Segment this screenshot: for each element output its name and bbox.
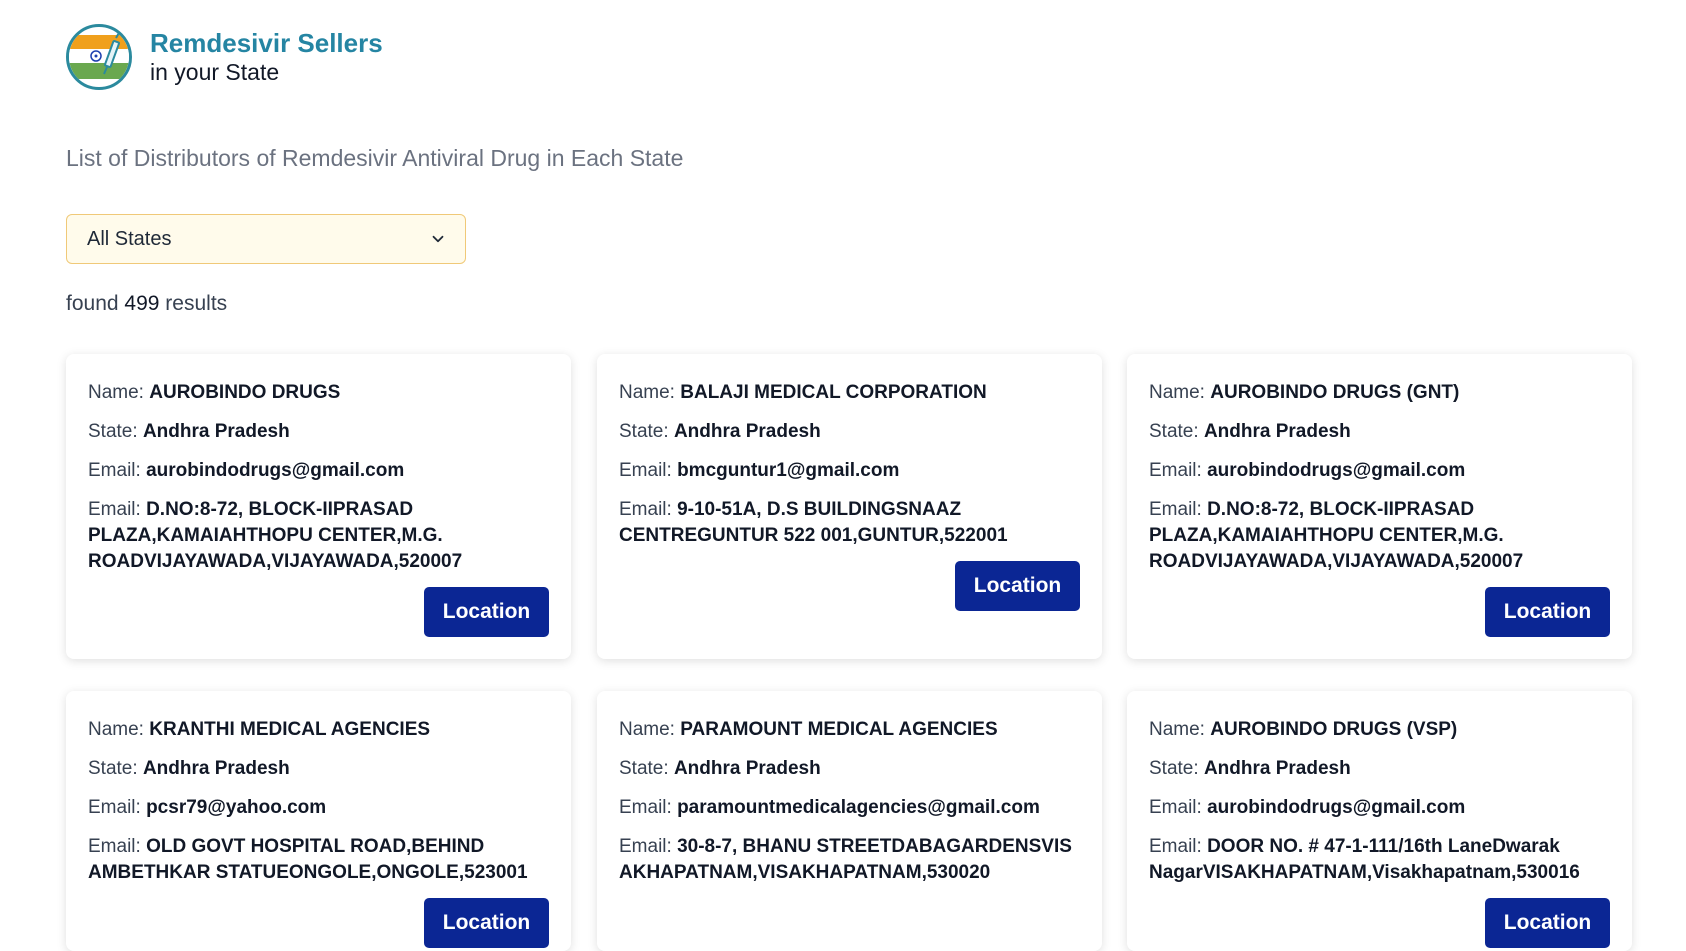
logo[interactable] — [66, 24, 132, 90]
email-field: Email: paramountmedicalagencies@gmail.co… — [619, 797, 1040, 818]
location-button[interactable]: Location — [955, 561, 1080, 611]
distributor-card: Name: AUROBINDO DRUGS State: Andhra Prad… — [66, 354, 571, 659]
email-field: Email: pcsr79@yahoo.com — [88, 797, 327, 818]
site-header: Remdesivir Sellers in your State — [66, 24, 383, 90]
address-field: Email: 30-8-7, BHANU STREETDABAGARDENSVI… — [619, 836, 1072, 883]
email-field: Email: aurobindodrugs@gmail.com — [88, 460, 405, 481]
address-field: Email: DOOR NO. # 47-1-111/16th LaneDwar… — [1149, 836, 1580, 883]
state-field: State: Andhra Pradesh — [1149, 421, 1351, 442]
address-field: Email: D.NO:8-72, BLOCK-IIPRASAD PLAZA,K… — [88, 499, 463, 572]
state-field: State: Andhra Pradesh — [88, 758, 290, 779]
address-field: Email: 9-10-51A, D.S BUILDINGSNAAZ CENTR… — [619, 499, 1008, 546]
address-field: Email: D.NO:8-72, BLOCK-IIPRASAD PLAZA,K… — [1149, 499, 1524, 572]
distributor-card: Name: BALAJI MEDICAL CORPORATION State: … — [597, 354, 1102, 659]
results-count: found 499 results — [66, 292, 228, 315]
chevron-down-icon — [432, 235, 444, 243]
page-subtitle: List of Distributors of Remdesivir Antiv… — [66, 145, 684, 171]
brand: Remdesivir Sellers in your State — [150, 28, 383, 87]
name-field: Name: BALAJI MEDICAL CORPORATION — [619, 382, 987, 403]
email-field: Email: aurobindodrugs@gmail.com — [1149, 460, 1466, 481]
india-flag-syringe-icon — [69, 30, 129, 79]
results-number: 499 — [124, 292, 160, 315]
location-button[interactable]: Location — [1485, 587, 1610, 637]
address-field: Email: OLD GOVT HOSPITAL ROAD,BEHIND AMB… — [88, 836, 528, 883]
brand-subtitle: in your State — [150, 58, 280, 85]
state-select[interactable]: All States — [66, 214, 466, 264]
state-field: State: Andhra Pradesh — [88, 421, 290, 442]
location-button[interactable]: Location — [424, 898, 549, 948]
brand-title[interactable]: Remdesivir Sellers — [150, 28, 383, 59]
state-field: State: Andhra Pradesh — [619, 758, 821, 779]
state-field: State: Andhra Pradesh — [1149, 758, 1351, 779]
state-field: State: Andhra Pradesh — [619, 421, 821, 442]
location-button[interactable]: Location — [1485, 898, 1610, 948]
name-field: Name: AUROBINDO DRUGS (GNT) — [1149, 382, 1460, 403]
name-field: Name: AUROBINDO DRUGS (VSP) — [1149, 719, 1458, 740]
state-select-value: All States — [87, 227, 172, 250]
name-field: Name: AUROBINDO DRUGS — [88, 382, 341, 403]
name-field: Name: PARAMOUNT MEDICAL AGENCIES — [619, 719, 998, 740]
distributor-card: Name: PARAMOUNT MEDICAL AGENCIES State: … — [597, 691, 1102, 951]
location-button[interactable]: Location — [424, 587, 549, 637]
distributor-card: Name: AUROBINDO DRUGS (GNT) State: Andhr… — [1127, 354, 1632, 659]
email-field: Email: aurobindodrugs@gmail.com — [1149, 797, 1466, 818]
name-field: Name: KRANTHI MEDICAL AGENCIES — [88, 719, 431, 740]
email-field: Email: bmcguntur1@gmail.com — [619, 460, 900, 481]
distributor-card: Name: AUROBINDO DRUGS (VSP) State: Andhr… — [1127, 691, 1632, 951]
distributor-card: Name: KRANTHI MEDICAL AGENCIES State: An… — [66, 691, 571, 951]
